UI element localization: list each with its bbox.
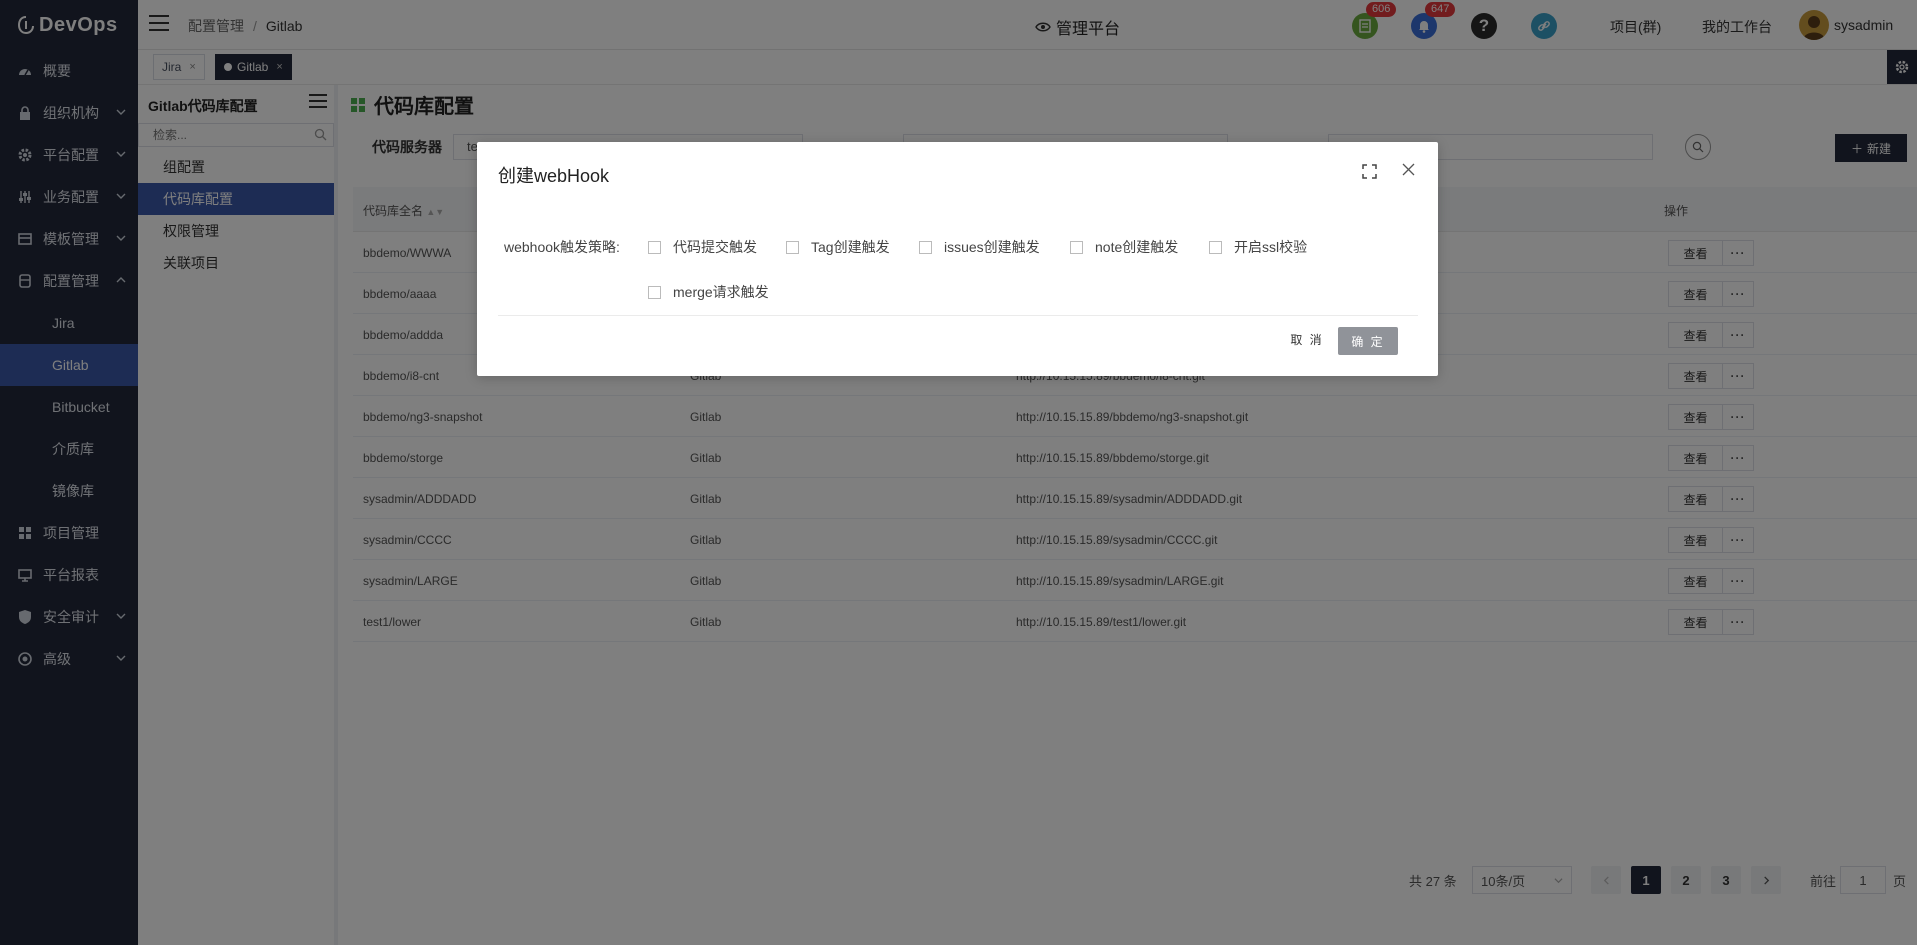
confirm-button[interactable]: 确 定	[1338, 327, 1398, 355]
checkbox-box[interactable]	[1070, 240, 1083, 254]
checkbox-box[interactable]	[648, 285, 661, 299]
checkbox-issues-create[interactable]: issues创建触发	[919, 237, 1040, 257]
checkbox-ssl-verify[interactable]: 开启ssl校验	[1209, 237, 1307, 257]
checkbox-label: 开启ssl校验	[1234, 239, 1308, 255]
create-webhook-dialog: 创建webHook webhook触发策略: 代码提交触发 Tag创建触发 is…	[477, 142, 1438, 376]
fullscreen-icon[interactable]	[1362, 164, 1377, 179]
checkbox-tag-create[interactable]: Tag创建触发	[786, 237, 890, 257]
checkbox-label: note创建触发	[1095, 239, 1179, 255]
checkbox-box[interactable]	[919, 240, 932, 254]
checkbox-box[interactable]	[648, 240, 661, 254]
close-icon[interactable]	[1402, 163, 1415, 176]
checkbox-label: merge请求触发	[673, 284, 769, 300]
checkbox-code-push[interactable]: 代码提交触发	[648, 237, 757, 257]
checkbox-box[interactable]	[786, 240, 799, 254]
dialog-title: 创建webHook	[498, 166, 610, 186]
cancel-button[interactable]: 取 消	[1287, 325, 1327, 353]
checkbox-note-create[interactable]: note创建触发	[1070, 237, 1178, 257]
dialog-divider	[498, 315, 1418, 316]
checkbox-merge-request[interactable]: merge请求触发	[648, 282, 769, 302]
checkbox-box[interactable]	[1209, 240, 1222, 254]
checkbox-label: 代码提交触发	[673, 239, 757, 255]
webhook-strategy-label: webhook触发策略:	[504, 239, 620, 255]
checkbox-label: issues创建触发	[944, 239, 1040, 255]
checkbox-label: Tag创建触发	[811, 239, 890, 255]
